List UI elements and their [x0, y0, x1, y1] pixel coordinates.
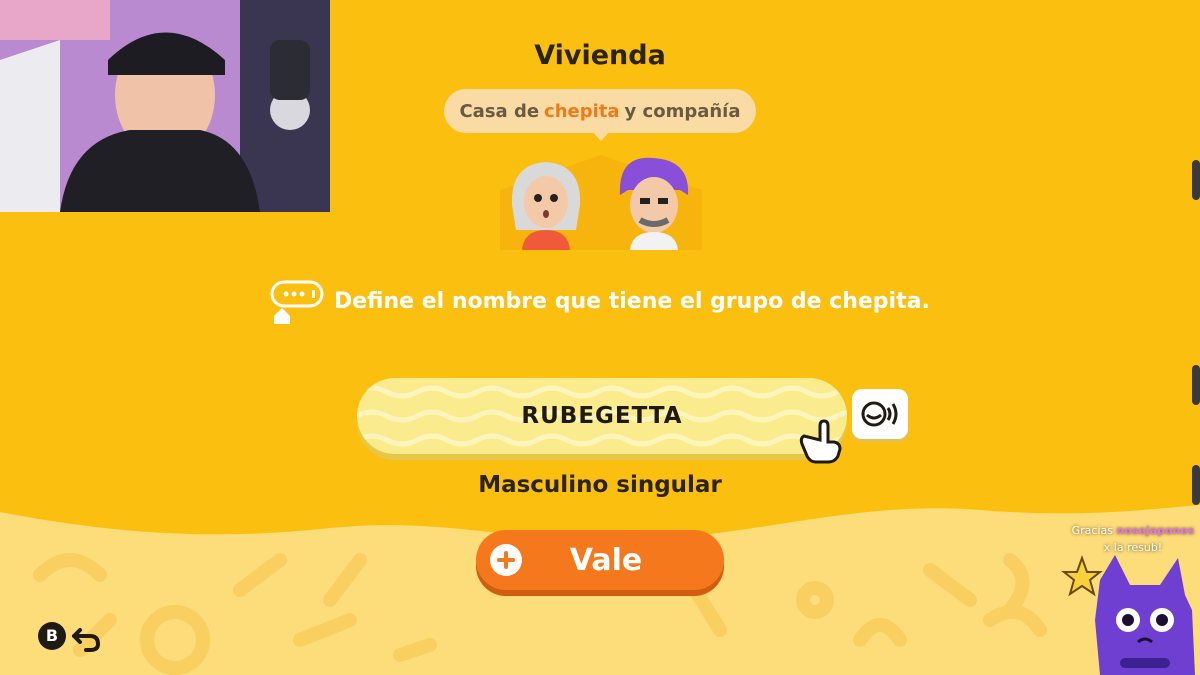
webcam-overlay: [0, 0, 330, 212]
confirm-button-label: Vale: [569, 542, 643, 578]
instruction-prompt: Define el nombre que tiene el grupo de c…: [268, 276, 948, 326]
house-residents: [500, 155, 702, 250]
residence-owner: chepita: [544, 100, 620, 122]
residence-label: Casa de chepita y compañía: [444, 89, 756, 133]
instruction-text: Define el nombre que tiene el grupo de c…: [334, 288, 930, 314]
residence-suffix: y compañía: [624, 100, 741, 122]
mascot-image: [1061, 555, 1195, 675]
b-button-label: B: [45, 626, 59, 645]
stream-alert-username: nosejapones: [1116, 524, 1195, 537]
back-arrow-icon: [72, 628, 101, 652]
star-icon: [1061, 555, 1103, 597]
voice-icon: [861, 401, 898, 427]
gender-selector[interactable]: Masculino singular: [400, 472, 800, 498]
group-name-value: RUBEGETTA: [521, 403, 683, 429]
voice-preview-button[interactable]: [852, 389, 908, 439]
residence-prefix: Casa de: [459, 100, 540, 122]
confirm-button[interactable]: Vale: [476, 530, 724, 590]
bubble-tail: [592, 131, 610, 141]
page-title: Vivienda: [534, 40, 666, 71]
side-edge-controls: [1192, 160, 1200, 505]
back-button[interactable]: B: [36, 620, 106, 652]
plus-icon: [490, 544, 522, 576]
group-name-input[interactable]: RUBEGETTA: [357, 378, 847, 454]
pointer-hand-icon: [799, 419, 842, 464]
stream-alert-thanks: Gracias: [1071, 524, 1113, 537]
speech-bubble-house-icon: [270, 280, 324, 324]
stream-alert: Gracias nosejapones x la resub!: [1060, 520, 1200, 675]
